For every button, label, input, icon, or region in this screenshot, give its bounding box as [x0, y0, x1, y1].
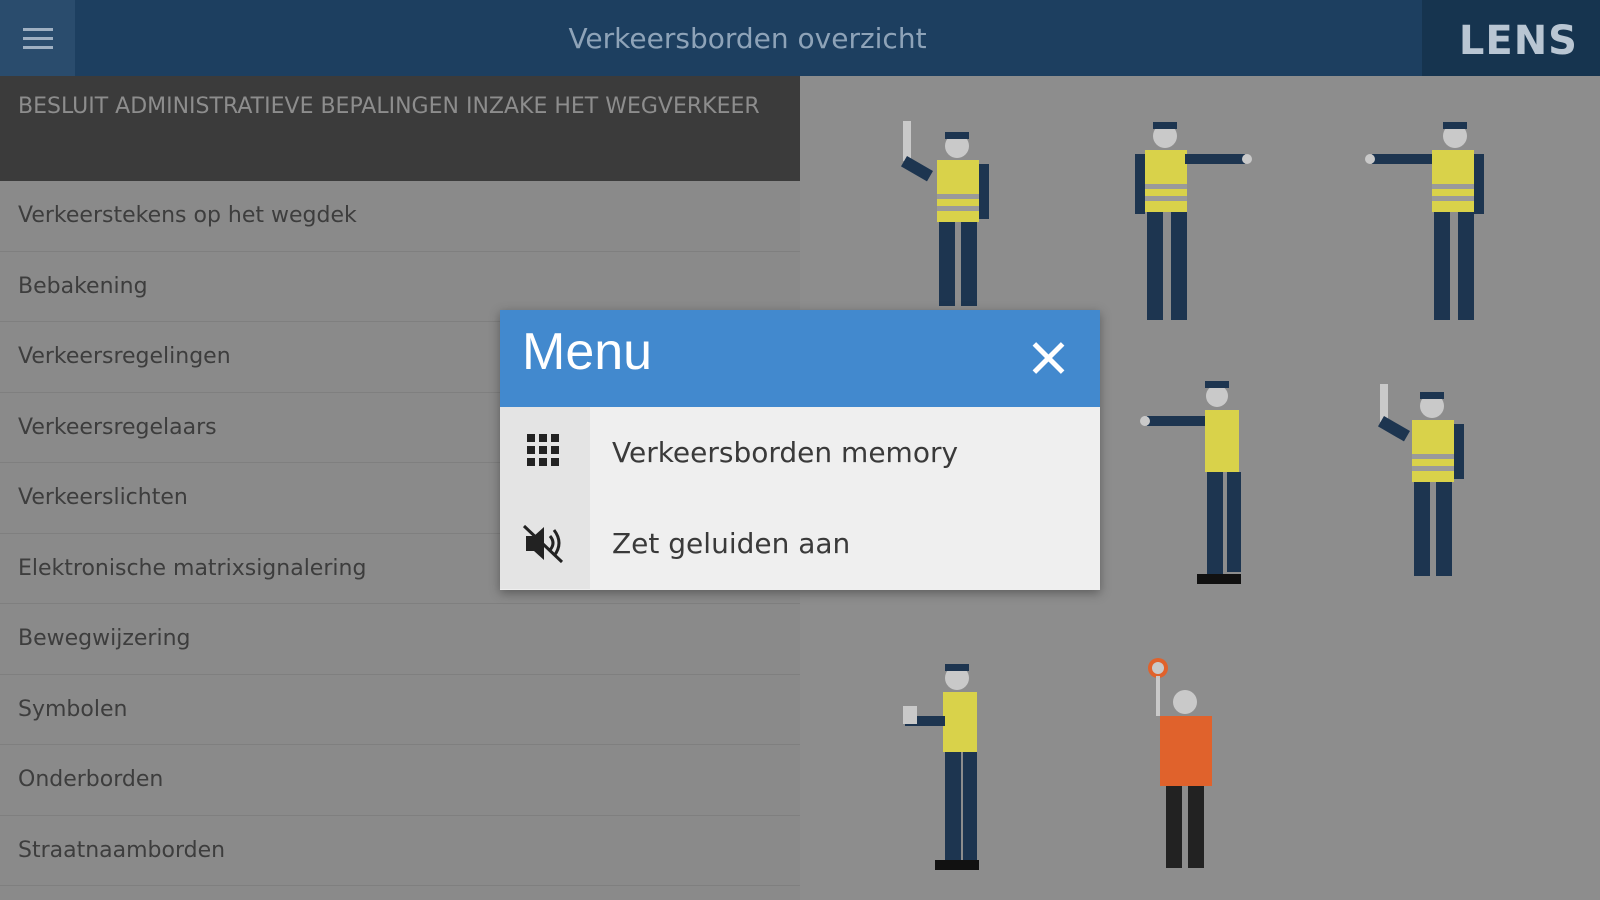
close-icon[interactable]: [1028, 338, 1068, 378]
icon-cell: [500, 407, 590, 498]
menu-title: Menu: [522, 323, 653, 381]
menu-item-memory[interactable]: Verkeersborden memory: [500, 407, 1100, 498]
menu-item-label: Verkeersborden memory: [612, 436, 959, 469]
traffic-officer-figure[interactable]: [1370, 376, 1510, 596]
list-item[interactable]: Bewegwijzering: [0, 604, 800, 675]
list-item[interactable]: Straatnaamborden: [0, 816, 800, 886]
page-title: Verkeersborden overzicht: [568, 22, 927, 55]
traffic-officer-figure[interactable]: [885, 116, 1025, 336]
sound-muted-icon: [522, 524, 564, 564]
list-item[interactable]: Onderborden: [0, 745, 800, 816]
logo-text: LENS: [1458, 18, 1578, 64]
traffic-officer-figure[interactable]: [1135, 376, 1275, 596]
flag-person-figure[interactable]: [1130, 656, 1270, 876]
lens-logo: LENS: [1422, 0, 1600, 76]
list-item[interactable]: Verkeerstekens op het wegdek: [0, 181, 800, 252]
traffic-officer-figure[interactable]: [885, 656, 1025, 876]
menu-item-sound[interactable]: Zet geluiden aan: [500, 498, 1100, 589]
icon-cell: [500, 498, 590, 589]
list-item[interactable]: Symbolen: [0, 675, 800, 745]
section-header: BESLUIT ADMINISTRATIEVE BEPALINGEN INZAK…: [0, 76, 800, 181]
grid-icon: [527, 434, 559, 466]
hamburger-menu-icon[interactable]: [0, 0, 75, 76]
menu-dialog: Menu Verkeersborden memory Zet geluiden: [500, 310, 1100, 590]
menu-item-label: Zet geluiden aan: [612, 527, 851, 560]
top-bar: Verkeersborden overzicht LENS: [0, 0, 1600, 76]
menu-dialog-header: Menu: [500, 310, 1100, 407]
traffic-officer-figure[interactable]: [1115, 116, 1255, 336]
traffic-officer-figure[interactable]: [1360, 116, 1500, 336]
